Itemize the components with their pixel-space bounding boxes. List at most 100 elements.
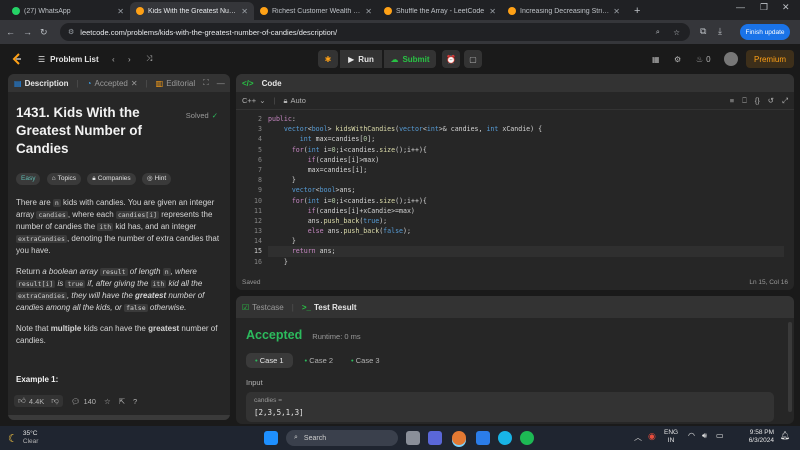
leetcode-logo[interactable] — [10, 50, 24, 68]
chrome-icon[interactable] — [452, 431, 466, 445]
close-window-icon[interactable]: ✕ — [782, 2, 790, 13]
divider: | — [291, 302, 294, 312]
hint-tag[interactable]: ◎ Hint — [141, 173, 172, 185]
scrollbar[interactable] — [8, 415, 230, 420]
submit-button[interactable]: ☁ Submit — [384, 50, 436, 68]
close-tab-icon[interactable]: ✕ — [241, 7, 248, 16]
tab-description[interactable]: ▤ Description — [14, 79, 69, 88]
close-tab-icon[interactable]: ✕ — [489, 7, 496, 16]
timer-icon[interactable]: ⏰ — [442, 50, 460, 68]
scrollbar[interactable] — [788, 322, 792, 412]
bookmark-icon[interactable]: ⎕ — [742, 96, 747, 106]
debug-icon[interactable]: ✱ — [318, 50, 338, 68]
close-tab-icon[interactable]: ✕ — [613, 7, 620, 16]
language-select[interactable]: C++ ⌄ — [242, 96, 265, 105]
spotify-icon[interactable] — [520, 431, 534, 445]
format-icon[interactable]: ≡ — [730, 96, 734, 105]
wifi-icon[interactable]: ◠ — [688, 431, 695, 440]
notes-icon[interactable]: ▢ — [464, 50, 482, 68]
windows-start-icon[interactable] — [264, 431, 278, 445]
task-view-icon[interactable] — [406, 431, 420, 445]
settings-gear-icon[interactable]: ⚙ — [674, 50, 681, 68]
browser-tab-increasing-decreasing[interactable]: Increasing Decreasing String - ✕ — [502, 2, 626, 20]
language-label: C++ — [242, 96, 257, 105]
companies-tag[interactable]: 🔒︎ Companies — [87, 173, 136, 185]
reload-icon[interactable]: ↻ — [40, 27, 48, 38]
tab-title: Kids With the Greatest Numbe — [148, 7, 238, 15]
case-tab-3[interactable]: • Case 3 — [345, 353, 386, 368]
collapse-icon[interactable]: — — [217, 79, 225, 88]
divider: | — [273, 96, 276, 105]
close-tab-icon[interactable]: ✕ — [365, 7, 372, 16]
edge-icon[interactable] — [498, 431, 512, 445]
star-icon[interactable]: ☆ — [104, 397, 111, 406]
tab-test-result[interactable]: >_ Test Result — [302, 303, 357, 312]
language-indicator[interactable]: ENG IN — [664, 429, 678, 445]
braces-icon[interactable]: {} — [755, 96, 760, 105]
extensions-icon[interactable]: ⧉ — [700, 26, 706, 37]
companies-label: Companies — [97, 175, 131, 182]
text: greatest — [135, 291, 167, 300]
bookmark-star-icon[interactable]: ☆ — [673, 28, 680, 37]
inline-code: n — [162, 268, 171, 276]
expand-icon[interactable]: ⛶ — [203, 78, 209, 88]
text: if, after giving the — [85, 279, 151, 288]
browser-tab-kids-candies[interactable]: Kids With the Greatest Numbe ✕ — [130, 2, 254, 20]
like-button[interactable]: 👍︎ 4.4K 👎︎ — [14, 395, 63, 407]
reset-icon[interactable]: ↺ — [768, 96, 774, 105]
teams-icon[interactable] — [428, 431, 442, 445]
address-bar[interactable]: ⚙ leetcode.com/problems/kids-with-the-gr… — [60, 23, 690, 41]
forward-icon[interactable]: → — [23, 27, 32, 37]
browser-tab-richest-customer[interactable]: Richest Customer Wealth - Lee ✕ — [254, 2, 378, 20]
line-number: 3 — [258, 125, 262, 134]
minimize-icon[interactable]: — — [736, 2, 745, 12]
tray-chevron-icon[interactable]: ︿ — [634, 432, 642, 443]
prev-problem-icon[interactable]: ‹ — [112, 50, 115, 68]
maximize-icon[interactable]: ❐ — [760, 2, 768, 13]
problem-list-link[interactable]: ☰ Problem List — [38, 50, 99, 68]
browser-tab-shuffle-array[interactable]: Shuffle the Array - LeetCode ✕ — [378, 2, 502, 20]
streak-counter[interactable]: ♨ 0 — [696, 50, 711, 68]
close-tab-icon[interactable]: ✕ — [131, 79, 138, 88]
code-editor[interactable]: 2 3 4 5 6 7 8 9 10 11 12 13 14 15 16 public: vector<bo… — [236, 110, 794, 270]
back-icon[interactable]: ← — [6, 27, 15, 37]
problem-description: 1431. Kids With the Greatest Number of C… — [8, 92, 230, 384]
battery-icon[interactable]: ▭ — [716, 431, 724, 440]
case-tab-1[interactable]: • Case 1 — [246, 353, 293, 368]
site-info-icon[interactable]: ⚙ — [68, 28, 74, 36]
hint-label: Hint — [154, 175, 167, 182]
zoom-icon[interactable]: ⌕ — [656, 27, 660, 37]
close-tab-icon[interactable]: ✕ — [117, 7, 124, 16]
layout-icon[interactable]: ▦ — [652, 50, 660, 68]
mail-icon[interactable] — [476, 431, 490, 445]
comments-button[interactable]: 💬︎ 140 — [71, 397, 96, 406]
new-tab-button[interactable]: + — [626, 2, 648, 20]
premium-button[interactable]: Premium — [746, 50, 794, 68]
help-icon[interactable]: ? — [133, 397, 137, 406]
case-tab-2[interactable]: • Case 2 — [299, 353, 340, 368]
taskbar-search[interactable]: ⌕ Search — [286, 430, 398, 446]
tab-testcase[interactable]: ☑ Testcase — [242, 303, 284, 312]
finish-update-button[interactable]: Finish update — [740, 24, 790, 40]
description-footer: 👍︎ 4.4K 👎︎ 💬︎ 140 ☆ ⇱ ? — [8, 392, 230, 410]
thumbs-down-icon[interactable]: 👎︎ — [51, 396, 59, 406]
clock[interactable]: 9:58 PM 6/3/2024 — [730, 429, 774, 445]
download-icon[interactable]: ⤓ — [718, 26, 722, 37]
shuffle-icon[interactable]: ⤨ — [146, 50, 152, 68]
next-problem-icon[interactable]: › — [128, 50, 131, 68]
tab-accepted[interactable]: ◔ Accepted ✕ — [87, 79, 138, 88]
browser-tab-whatsapp[interactable]: (27) WhatsApp ✕ — [6, 2, 130, 20]
auto-mode[interactable]: 🔒︎ Auto — [283, 96, 305, 106]
divider: | — [145, 78, 148, 88]
run-button[interactable]: ▶ Run — [340, 50, 382, 68]
tray-app-icon[interactable]: ◉ — [648, 431, 656, 442]
topics-tag[interactable]: ⌂ Topics — [46, 173, 82, 185]
avatar[interactable] — [724, 52, 738, 66]
weather-widget[interactable]: ☾ 35°C Clear — [8, 430, 38, 446]
volume-icon[interactable]: 🔊︎ — [702, 431, 707, 441]
share-icon[interactable]: ⇱ — [119, 397, 125, 406]
cursor-position: Ln 15, Col 16 — [749, 278, 788, 286]
notification-bell-icon[interactable]: 🔔︎ — [780, 431, 790, 440]
tab-editorial[interactable]: ▥ Editorial — [156, 79, 195, 88]
fullscreen-icon[interactable]: ⤢ — [782, 96, 788, 106]
